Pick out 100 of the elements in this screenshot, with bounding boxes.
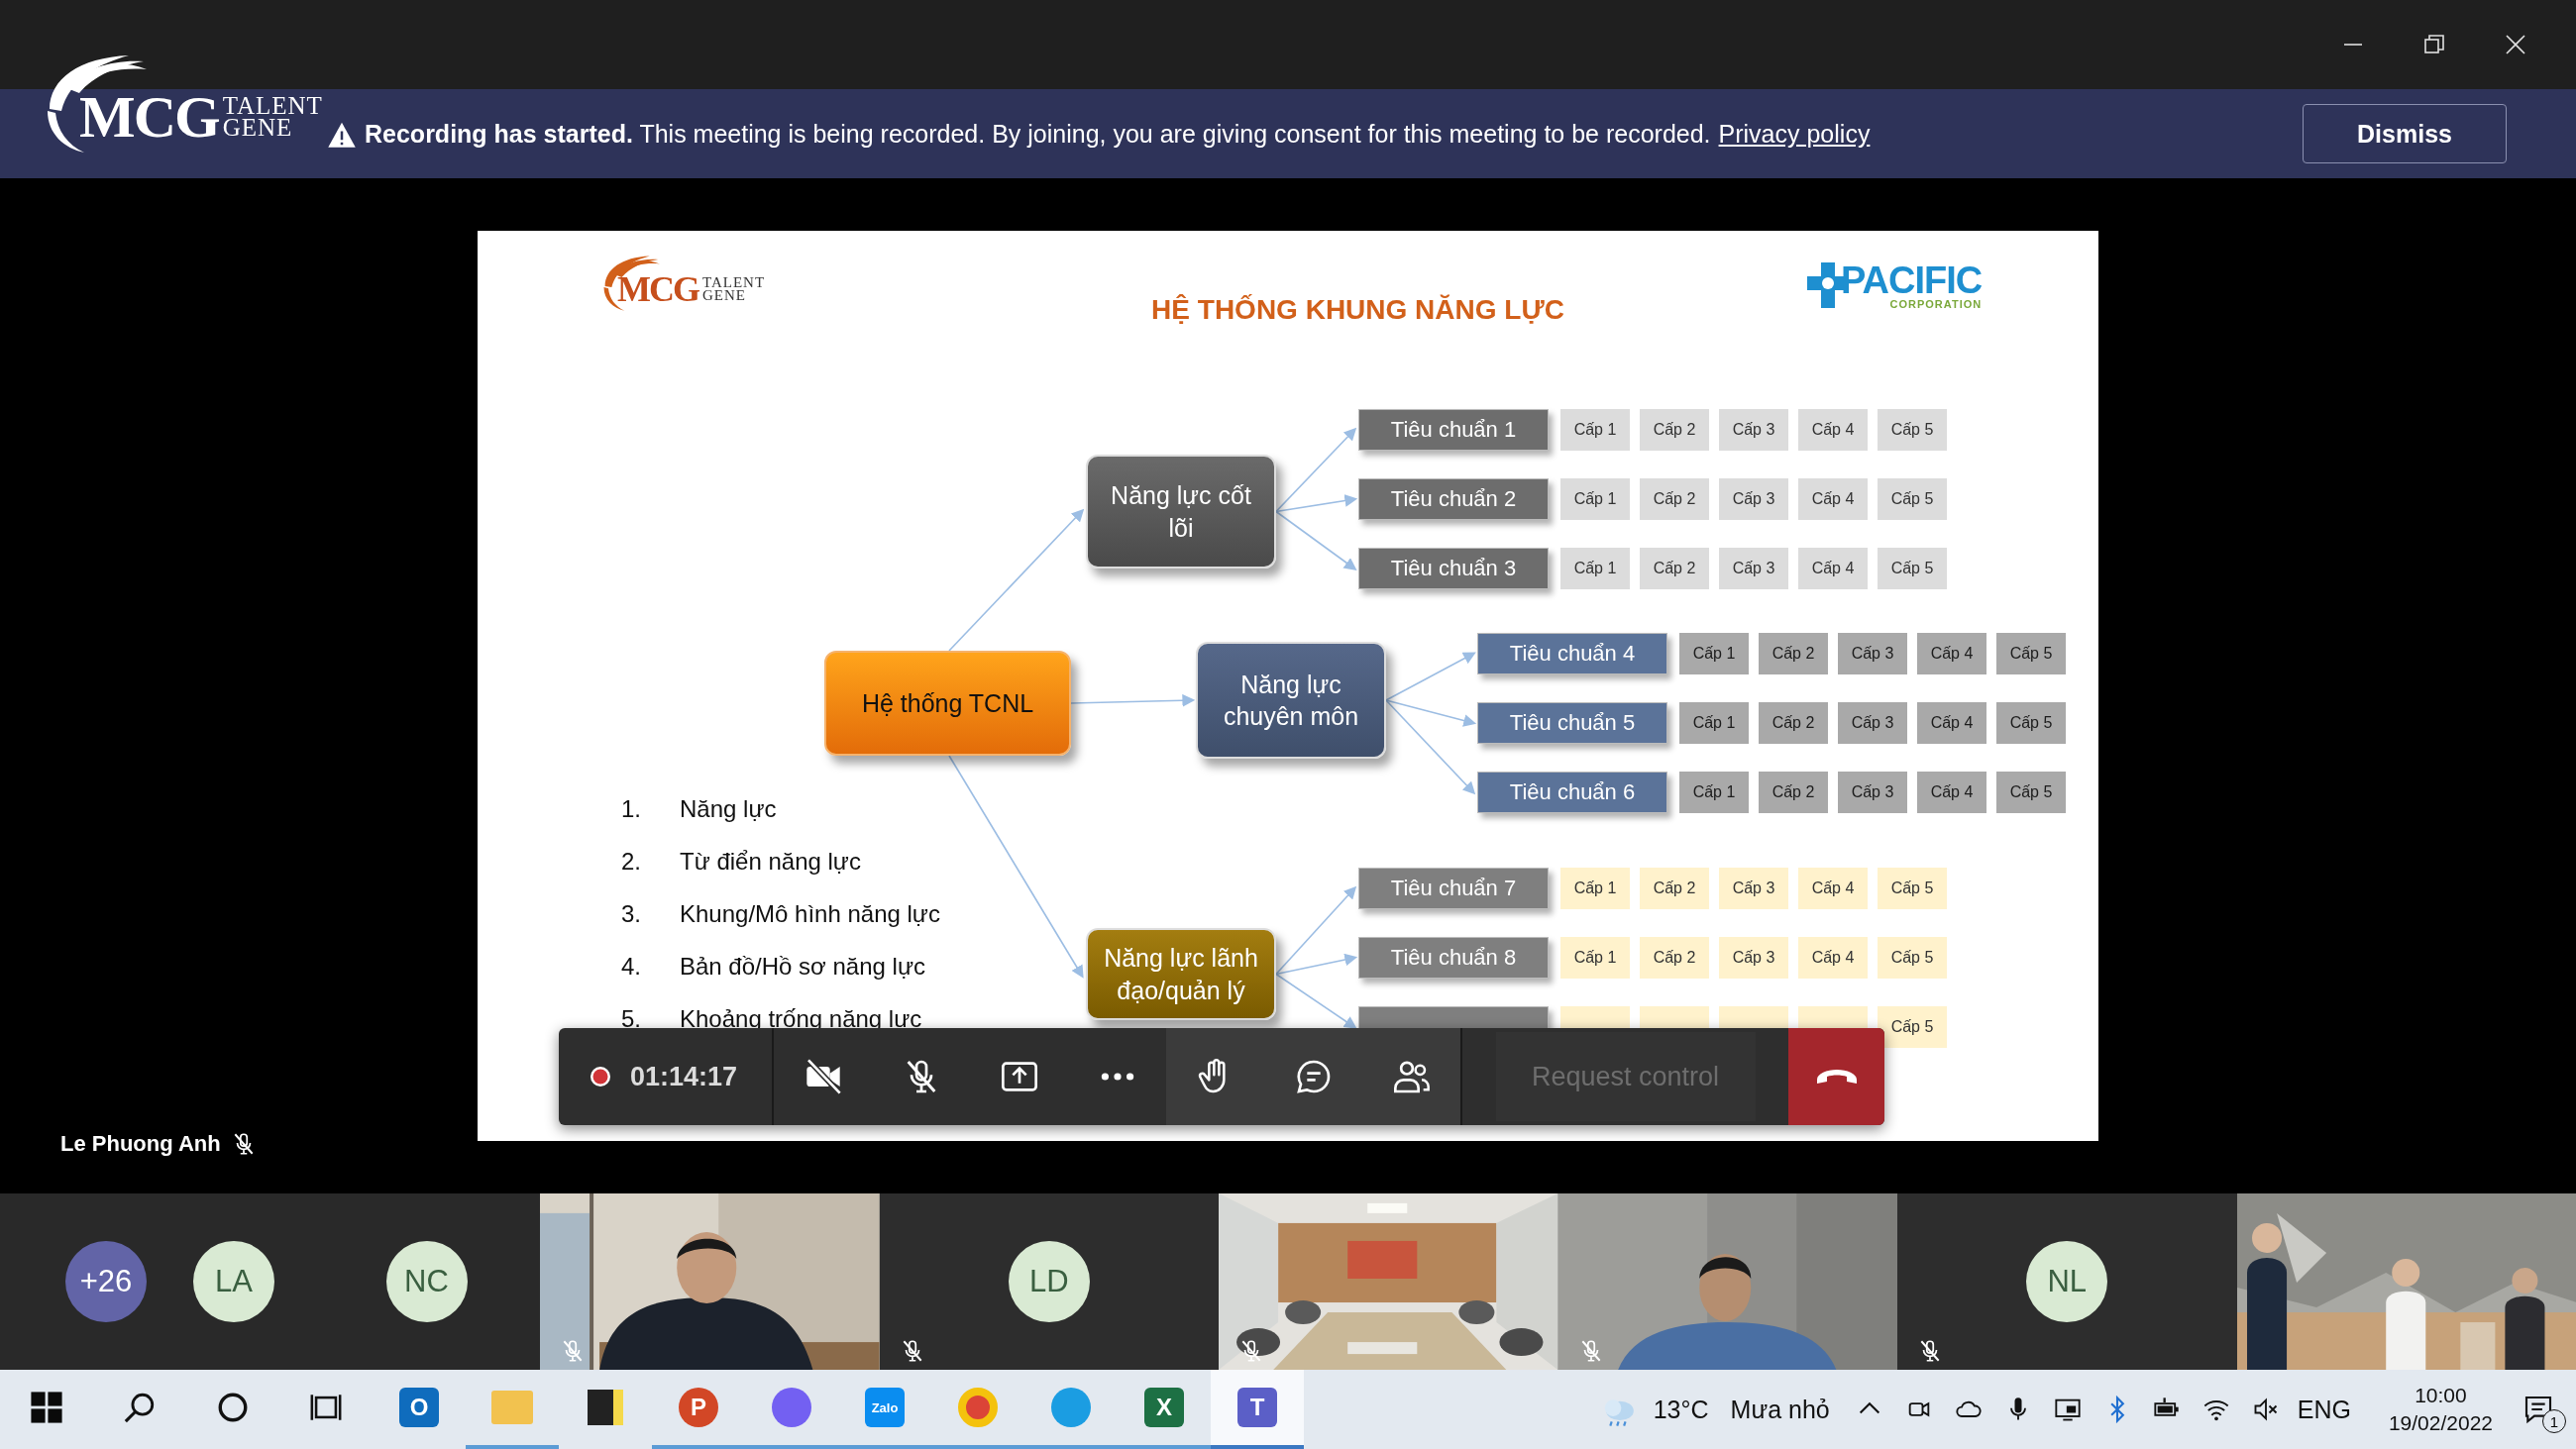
level-node: Cấp 2 [1640,548,1709,589]
level-node: Cấp 1 [1560,409,1630,451]
level-node: Cấp 2 [1759,633,1828,674]
level-node: Cấp 1 [1679,702,1749,744]
call-timer: 01:14:17 [630,1061,738,1092]
slide-title: HỆ THỐNG KHUNG NĂNG LỰC [1150,294,1565,326]
partner-logo-text: CORPORATION [1889,298,1983,310]
privacy-policy-link[interactable]: Privacy policy [1718,119,1871,149]
root-node: Hệ thống TCNL [824,651,1071,756]
level-node: Cấp 4 [1917,772,1986,813]
avatar: LD [1008,1241,1090,1322]
circle-icon[interactable] [216,1391,250,1424]
level-node: Cấp 3 [1838,702,1907,744]
level-node: Cấp 1 [1560,937,1630,979]
level-node: Cấp 4 [1917,702,1986,744]
taskbar-app[interactable]: P [652,1370,745,1449]
standard-node: Tiêu chuẩn 4 [1477,633,1667,674]
level-node: Cấp 5 [1878,937,1947,979]
level-node: Cấp 5 [1996,772,2066,813]
level-node: Cấp 3 [1719,937,1788,979]
level-node: Cấp 4 [1798,548,1868,589]
level-node: Cấp 3 [1719,409,1788,451]
temperature: 13°C [1653,1395,1709,1424]
level-node: Cấp 5 [1878,409,1947,451]
group-node: Năng lực chuyên môn [1196,642,1386,759]
start-icon[interactable] [30,1391,63,1424]
level-node: Cấp 3 [1838,633,1907,674]
level-node: Cấp 1 [1560,868,1630,909]
level-node: Cấp 4 [1798,868,1868,909]
note-icon [588,1390,623,1425]
speaker-name: Le Phuong Anh [60,1131,221,1157]
standard-node: Tiêu chuẩn 1 [1358,409,1549,451]
level-node: Cấp 2 [1759,702,1828,744]
app-letter: O [409,1394,429,1421]
list-item: Năng lực [680,794,777,824]
app-letter: P [691,1394,706,1421]
standard-node: Tiêu chuẩn 7 [1358,868,1549,909]
level-node: Cấp 5 [1878,478,1947,520]
logo-text: MCG [617,268,698,310]
level-node: Cấp 2 [1759,772,1828,813]
level-node: Cấp 3 [1719,478,1788,520]
avatar[interactable]: NC [385,1241,468,1322]
app-letter: Zalo [871,1399,899,1415]
logo-text: GENE [222,117,294,140]
language-indicator[interactable]: ENG [2297,1395,2351,1424]
level-node: Cấp 3 [1838,772,1907,813]
partner-logo-text: PACIFIC [1841,260,1983,299]
clock-time[interactable]: 10:00 [2415,1381,2467,1409]
group-node: Năng lực cốt lõi [1086,455,1276,569]
list-number: 1. [621,794,642,824]
logo-text: TALENT [702,275,766,289]
level-node: Cấp 1 [1560,548,1630,589]
level-node: Cấp 4 [1917,633,1986,674]
standard-node: Tiêu chuẩn 6 [1477,772,1667,813]
taskbar-app[interactable]: Zalo [838,1370,931,1449]
search-icon[interactable] [123,1391,157,1424]
list-number: 2. [621,847,642,877]
level-node: Cấp 2 [1640,478,1709,520]
more-icon [1099,1073,1135,1081]
avatar[interactable]: LA [193,1241,274,1322]
list-number: 5. [621,1004,642,1034]
level-node: Cấp 5 [1996,633,2066,674]
level-node: Cấp 4 [1798,478,1868,520]
level-node: Cấp 2 [1640,937,1709,979]
level-node: Cấp 2 [1640,868,1709,909]
level-node: Cấp 5 [1878,548,1947,589]
taskbar-app[interactable]: O [373,1370,466,1449]
level-node: Cấp 1 [1560,478,1630,520]
level-node: Cấp 4 [1798,937,1868,979]
group-node: Năng lực lãnh đạo/quản lý [1086,928,1276,1020]
list-item: Từ điển năng lực [680,847,861,877]
logo-text: TALENT [222,94,323,117]
standard-node: Tiêu chuẩn 5 [1477,702,1667,744]
weather-text: Mưa nhỏ [1730,1395,1830,1424]
level-node: Cấp 1 [1679,772,1749,813]
dismiss-button[interactable]: Dismiss [2303,104,2507,163]
taskbar-app[interactable]: T [1211,1370,1304,1449]
restore-icon[interactable] [2422,33,2446,56]
level-node: Cấp 3 [1719,868,1788,909]
level-node: Cấp 5 [1878,868,1947,909]
level-node: Cấp 5 [1878,1006,1947,1048]
list-number: 3. [621,899,642,929]
clock-date[interactable]: 19/02/2022 [2388,1409,2493,1438]
notification-badge: 1 [2542,1409,2566,1433]
close-icon[interactable] [2504,33,2527,56]
list-item: Bản đồ/Hồ sơ năng lực [680,952,925,982]
app-letter: T [1249,1394,1265,1421]
banner-message: Recording has started. This meeting is being recorded. By joining, you are giving consent for this meeting to be recorded. [365,119,1711,149]
hang-up-button[interactable] [1788,1028,1884,1125]
phone-icon [1816,1070,1857,1084]
app-letter: X [1156,1394,1172,1421]
more-participants-badge[interactable]: +26 [65,1241,147,1322]
logo-text: MCG [79,82,219,152]
standard-node: Tiêu chuẩn 8 [1358,937,1549,979]
standard-node: Tiêu chuẩn 2 [1358,478,1549,520]
avatar: NL [2026,1241,2108,1322]
level-node: Cấp 2 [1640,409,1709,451]
logo-text: GENE [702,289,747,303]
level-node: Cấp 5 [1996,702,2066,744]
level-node: Cấp 3 [1719,548,1788,589]
